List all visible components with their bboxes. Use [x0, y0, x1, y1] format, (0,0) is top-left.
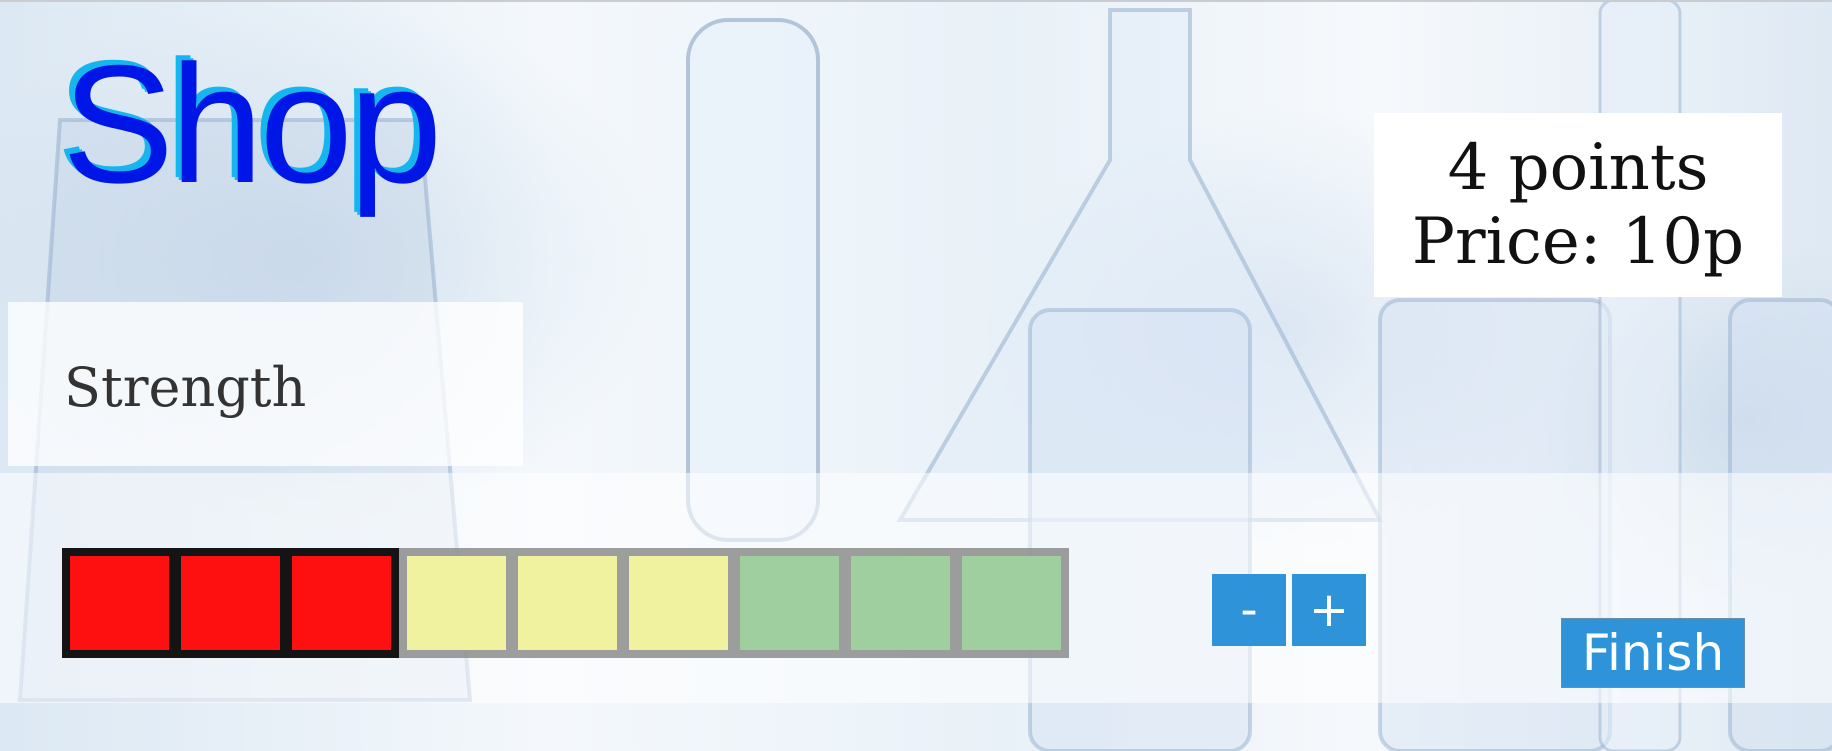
finish-button[interactable]: Finish: [1561, 618, 1745, 688]
stat-name: Strength: [64, 356, 307, 419]
meter-segment-empty: [518, 556, 617, 650]
page-title: Shop: [62, 30, 442, 218]
meter-segment-filled: [70, 556, 169, 650]
meter-filled-group: [62, 548, 399, 658]
stat-label-panel: Strength: [8, 302, 523, 466]
meter-segment-empty: [962, 556, 1061, 650]
meter-segment-empty: [740, 556, 839, 650]
strength-level-meter: [62, 548, 1069, 658]
item-price: Price: 10p: [1411, 205, 1745, 279]
meter-segment-filled: [292, 556, 391, 650]
meter-empty-group: [399, 548, 1069, 658]
top-divider: [0, 0, 1832, 2]
points-price-panel: 4 points Price: 10p: [1374, 113, 1782, 297]
increase-button[interactable]: +: [1292, 574, 1366, 646]
points-remaining: 4 points: [1447, 131, 1709, 205]
meter-segment-filled: [181, 556, 280, 650]
meter-segment-empty: [407, 556, 506, 650]
meter-segment-empty: [629, 556, 728, 650]
meter-segment-empty: [851, 556, 950, 650]
decrease-button[interactable]: -: [1212, 574, 1286, 646]
